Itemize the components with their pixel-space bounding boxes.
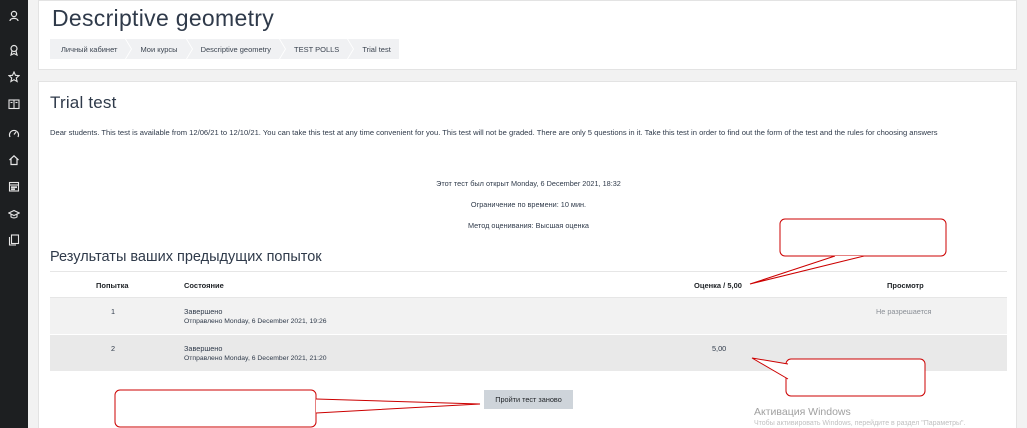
column-header-grade: Оценка / 5,00 bbox=[694, 281, 742, 290]
attempt-review: Не разрешается bbox=[876, 307, 932, 316]
column-header-state: Состояние bbox=[184, 281, 224, 290]
left-nav-rail bbox=[0, 0, 28, 428]
table-row: 2 Завершено Отправлено Monday, 6 Decembe… bbox=[50, 335, 1007, 372]
windows-activation-watermark: Активация Windows bbox=[754, 406, 851, 418]
quiz-opened-info: Этот тест был открыт Monday, 6 December … bbox=[436, 179, 621, 188]
badge-icon[interactable] bbox=[0, 7, 28, 25]
breadcrumb-item-course[interactable]: Descriptive geometry bbox=[186, 39, 287, 59]
star-icon[interactable] bbox=[0, 68, 28, 86]
breadcrumb: Личный кабинет Мои курсы Descriptive geo… bbox=[50, 39, 400, 59]
column-header-attempt: Попытка bbox=[96, 281, 129, 290]
breadcrumb-item-dashboard[interactable]: Личный кабинет bbox=[50, 39, 133, 59]
retake-quiz-button[interactable]: Пройти тест заново bbox=[484, 390, 573, 409]
book-icon[interactable] bbox=[0, 95, 28, 113]
quiz-time-limit: Ограничение по времени: 10 мин. bbox=[470, 200, 587, 209]
attempts-table: Попытка Состояние Оценка / 5,00 Просмотр… bbox=[50, 271, 1007, 372]
breadcrumb-item-current[interactable]: Trial test bbox=[348, 39, 399, 59]
quiz-title: Trial test bbox=[50, 93, 117, 112]
calendar-icon[interactable] bbox=[0, 177, 28, 195]
table-header: Попытка Состояние Оценка / 5,00 Просмотр bbox=[50, 272, 1007, 298]
gauge-icon[interactable] bbox=[0, 125, 28, 143]
graduation-cap-icon[interactable] bbox=[0, 205, 28, 223]
attempt-number: 2 bbox=[110, 344, 116, 353]
page-title: Descriptive geometry bbox=[52, 5, 275, 31]
attempt-submitted: Отправлено Monday, 6 December 2021, 21:2… bbox=[184, 355, 327, 362]
home-icon[interactable] bbox=[0, 151, 28, 169]
quiz-grading-method: Метод оценивания: Высшая оценка bbox=[467, 221, 589, 230]
windows-activation-hint: Чтобы активировать Windows, перейдите в … bbox=[754, 420, 966, 427]
attempt-state: Завершено bbox=[184, 307, 223, 316]
attempt-number: 1 bbox=[110, 307, 116, 316]
attempt-submitted: Отправлено Monday, 6 December 2021, 19:2… bbox=[184, 318, 327, 325]
attempt-state: Завершено bbox=[184, 344, 223, 353]
quiz-intro: Dear students. This test is available fr… bbox=[50, 128, 938, 137]
column-header-review: Просмотр bbox=[887, 281, 924, 290]
table-row: 1 Завершено Отправлено Monday, 6 Decembe… bbox=[50, 298, 1007, 335]
files-icon[interactable] bbox=[0, 231, 28, 249]
attempt-grade: 5,00 bbox=[712, 344, 727, 353]
quiz-main: Trial test Dear students. This test is a… bbox=[38, 81, 1017, 428]
page-header: Descriptive geometry Личный кабинет Мои … bbox=[38, 0, 1017, 70]
award-icon[interactable] bbox=[0, 41, 28, 59]
breadcrumb-item-section[interactable]: TEST POLLS bbox=[280, 39, 355, 59]
results-heading: Результаты ваших предыдущих попыток bbox=[50, 249, 322, 265]
breadcrumb-item-my-courses[interactable]: Мои курсы bbox=[126, 39, 193, 59]
